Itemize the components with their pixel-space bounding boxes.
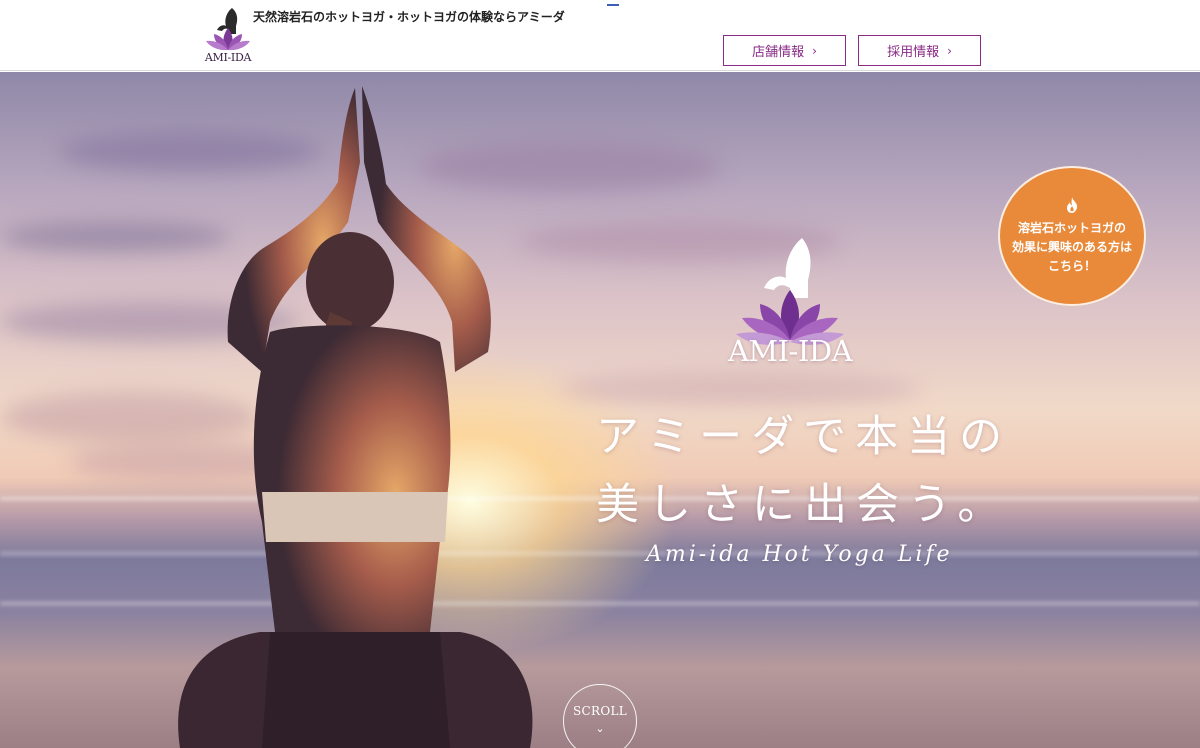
chevron-right-icon: › [812,43,817,58]
yoga-woman-silhouette [178,86,533,748]
badge-text-line: 効果に興味のある方は [1011,239,1132,254]
header-logo[interactable]: AMI-IDA [200,6,256,66]
scroll-label: SCROLL [572,704,627,718]
chevron-down-icon: ⌄ [595,722,605,735]
flame-icon [1067,196,1078,213]
top-indicator [607,4,619,6]
header-tagline: 天然溶岩石のホットヨガ・ホットヨガの体験ならアミーダ [253,10,565,24]
scroll-button[interactable]: SCROLL ⌄ [563,684,637,748]
recruit-info-button[interactable]: 採用情報 › [858,35,981,66]
hero-headline-line1: アミーダで本当の [596,412,1012,462]
badge-text-line: 溶岩石ホットヨガの [1017,220,1126,235]
hero-subline: Ami-ida Hot Yoga Life [646,542,953,567]
hero-section: AMI-IDA アミーダで本当の 美しさに出会う。 Ami-ida Hot Yo… [0,72,1200,748]
badge-text-line: こちら！ [1047,258,1096,273]
site-header: AMI-IDA 天然溶岩石のホットヨガ・ホットヨガの体験ならアミーダ 店舗情報 … [0,0,1200,71]
header-logo-text: AMI-IDA [204,51,252,64]
store-info-label: 店舗情報 [752,45,805,60]
lava-stone-yoga-effects-badge[interactable]: 溶岩石ホットヨガの 効果に興味のある方は こちら！ [998,166,1146,306]
hero-logo-text: AMI-IDA [727,334,853,368]
hero-headline-line2: 美しさに出会う。 [596,480,1010,530]
lotus-logo-icon [206,8,250,51]
store-info-button[interactable]: 店舗情報 › [723,35,846,66]
chevron-right-icon: › [947,43,952,58]
recruit-info-label: 採用情報 [887,45,940,60]
